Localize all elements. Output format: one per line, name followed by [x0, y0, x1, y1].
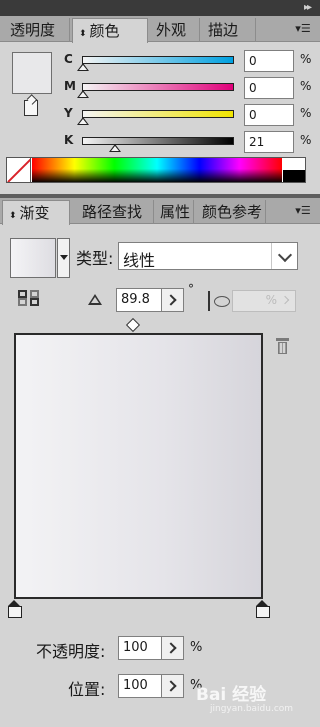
gradient-panel-tabs: ⬍ 渐变 路径查找 属性 颜色参考 ▾☰	[0, 198, 320, 225]
reverse-gradient-icon[interactable]	[18, 290, 42, 310]
color-spectrum[interactable]	[32, 158, 282, 182]
watermark-logo: Bai 经验	[196, 685, 267, 705]
tab-label: 路径查找	[82, 203, 143, 221]
color-panel-tabs: 透明度 ⬍ 颜色 外观 描边 ▾☰	[0, 16, 320, 43]
tab-expand-icon: ⬍	[79, 29, 87, 39]
tab-label: 外观	[156, 21, 187, 39]
aspect-ratio-input: %	[232, 290, 296, 312]
aspect-ratio-icon	[205, 290, 231, 312]
tab-appearance[interactable]: 外观	[150, 18, 200, 42]
slider-label: K	[64, 133, 74, 147]
location-dropdown-button[interactable]	[162, 674, 184, 698]
tab-expand-icon: ⬍	[9, 211, 17, 221]
cyan-slider-row: C 0 %	[64, 50, 314, 72]
unit-label: %	[300, 106, 312, 120]
tab-label: 描边	[208, 21, 239, 39]
yellow-slider-row: Y 0 %	[64, 104, 314, 126]
angle-icon	[88, 294, 102, 305]
opacity-dropdown-button[interactable]	[162, 636, 184, 660]
collapse-panels-icon[interactable]: ▸▸	[304, 2, 312, 13]
magenta-slider-handle[interactable]	[77, 90, 89, 98]
black-white-swatches[interactable]	[283, 158, 305, 182]
trash-icon[interactable]	[276, 338, 289, 354]
magenta-slider-row: M 0 %	[64, 77, 314, 99]
tab-label: 属性	[160, 203, 191, 221]
tab-color-guide[interactable]: 颜色参考	[196, 200, 266, 224]
gradient-midpoint-diamond[interactable]	[125, 317, 141, 333]
tab-color[interactable]: ⬍ 颜色	[72, 18, 148, 43]
tab-attributes[interactable]: 属性	[154, 200, 194, 224]
unit-label: %	[300, 52, 312, 66]
aspect-unit: %	[265, 293, 277, 307]
gradient-type-value: 线性	[123, 251, 156, 270]
unit-label: %	[300, 133, 312, 147]
tab-stroke[interactable]: 描边	[202, 18, 256, 42]
opacity-input[interactable]: 100	[118, 636, 162, 660]
black-slider-row: K 21 %	[64, 131, 314, 153]
angle-dropdown-button[interactable]	[162, 288, 184, 312]
fill-color-swatch[interactable]	[12, 52, 52, 94]
white-swatch[interactable]	[283, 158, 305, 170]
location-label: 位置:	[68, 680, 106, 699]
tab-gradient[interactable]: ⬍ 渐变	[2, 200, 70, 225]
location-input[interactable]: 100	[118, 674, 162, 698]
magenta-slider-track[interactable]	[82, 83, 234, 91]
slider-label: Y	[64, 106, 73, 120]
yellow-value-input[interactable]: 0	[244, 104, 294, 126]
magenta-value-input[interactable]: 0	[244, 77, 294, 99]
angle-input[interactable]: 89.8	[116, 288, 162, 312]
gradient-swatch[interactable]	[10, 238, 56, 278]
color-spectrum-bar	[6, 157, 306, 183]
type-label: 类型:	[76, 249, 114, 268]
gradient-swatch-dropdown[interactable]	[57, 238, 70, 278]
gradient-type-select[interactable]: 线性	[118, 242, 298, 270]
tab-transparency[interactable]: 透明度	[4, 18, 70, 42]
chevron-right-icon	[279, 291, 293, 311]
black-value-input[interactable]: 21	[244, 131, 294, 153]
panel-menu-icon[interactable]: ▾☰	[292, 201, 314, 221]
tab-pathfinder[interactable]: 路径查找	[76, 200, 154, 224]
tab-label: 颜色	[89, 22, 120, 40]
gradient-stop-left[interactable]	[8, 600, 22, 618]
chevron-down-icon	[271, 243, 297, 269]
opacity-label: 不透明度:	[36, 642, 106, 661]
tab-label: 透明度	[10, 21, 56, 39]
panel-dock-header: ▸▸	[0, 0, 320, 16]
gradient-stop-right[interactable]	[256, 600, 270, 618]
panel-menu-icon[interactable]: ▾☰	[292, 19, 314, 39]
none-color-swatch[interactable]	[7, 158, 31, 182]
tab-label: 渐变	[19, 204, 50, 222]
watermark-url: jingyan.baidu.com	[210, 704, 294, 714]
black-slider-handle[interactable]	[109, 144, 121, 152]
unit-label: %	[300, 79, 312, 93]
unit-label: %	[190, 640, 203, 655]
cyan-slider-track[interactable]	[82, 56, 234, 64]
slider-label: C	[64, 52, 73, 66]
slider-label: M	[64, 79, 76, 93]
cyan-slider-handle[interactable]	[77, 63, 89, 71]
tab-label: 颜色参考	[202, 203, 263, 221]
black-slider-track[interactable]	[82, 137, 234, 145]
out-of-gamut-icon[interactable]	[24, 100, 38, 116]
black-swatch[interactable]	[283, 170, 305, 182]
degree-symbol: °	[188, 282, 194, 296]
cyan-value-input[interactable]: 0	[244, 50, 294, 72]
yellow-slider-track[interactable]	[82, 110, 234, 118]
yellow-slider-handle[interactable]	[77, 117, 89, 125]
gradient-preview[interactable]	[14, 333, 263, 599]
